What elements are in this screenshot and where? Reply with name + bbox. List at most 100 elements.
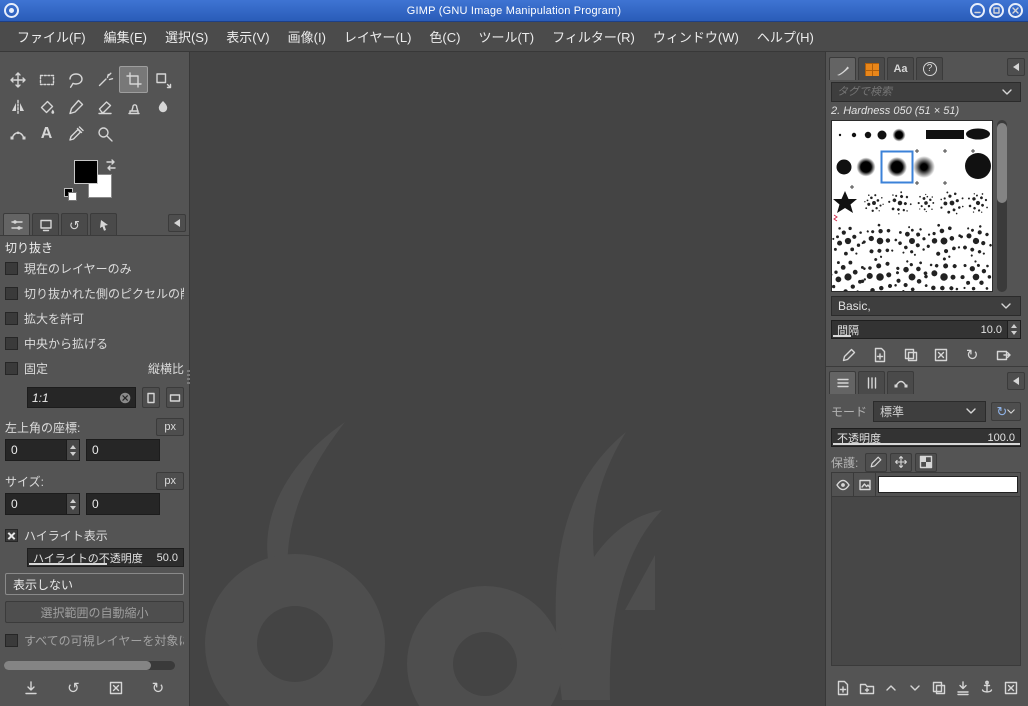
eraser-tool-button[interactable] <box>90 93 119 120</box>
edit-brush-button[interactable] <box>837 344 861 366</box>
checkbox[interactable] <box>5 362 18 375</box>
checkbox[interactable] <box>5 634 18 647</box>
restore-tool-preset-button[interactable]: ↺ <box>60 676 86 700</box>
menu-select[interactable]: 選択(S) <box>156 22 217 51</box>
brush-spacing-slider[interactable]: 間隔 10.0 <box>831 320 1008 339</box>
new-layer-button[interactable] <box>832 676 854 700</box>
option-delete-cropped-pixels[interactable]: 切り抜かれた側のピクセルの削除 <box>3 281 186 306</box>
new-layer-group-button[interactable] <box>856 676 878 700</box>
default-colors-icon[interactable] <box>64 188 78 202</box>
tab-paths[interactable] <box>887 371 914 394</box>
menu-layer[interactable]: レイヤー(L) <box>335 22 421 51</box>
option-highlight[interactable]: ハイライト表示 <box>3 524 186 546</box>
menu-help[interactable]: ヘルプ(H) <box>748 22 823 51</box>
paths-tool-button[interactable] <box>3 120 32 147</box>
dock-menu-icon[interactable] <box>1007 372 1025 390</box>
size-unit-dropdown[interactable]: px <box>156 472 184 490</box>
delete-brush-button[interactable] <box>929 344 953 366</box>
dock-menu-icon[interactable] <box>168 214 186 232</box>
position-x-spinner[interactable]: 0 <box>5 439 80 461</box>
aspect-ratio-dropdown[interactable]: 縦横比 <box>148 360 184 377</box>
transform-tool-button[interactable] <box>148 66 177 93</box>
save-tool-preset-button[interactable] <box>18 676 44 700</box>
tab-fonts[interactable]: Aa <box>887 57 914 80</box>
tab-tool-options[interactable] <box>3 213 30 236</box>
menu-tools[interactable]: ツール(T) <box>469 22 543 51</box>
layer-name-field[interactable] <box>878 476 1018 493</box>
aspect-ratio-input[interactable] <box>32 390 119 405</box>
merge-layer-button[interactable] <box>952 676 974 700</box>
spinner-arrows-icon[interactable] <box>1008 320 1021 339</box>
dock-menu-icon[interactable] <box>1007 58 1025 76</box>
tab-patterns[interactable] <box>858 57 885 80</box>
option-allow-growing[interactable]: 拡大を許可 <box>3 306 186 331</box>
rectangle-select-tool-button[interactable] <box>32 66 61 93</box>
text-tool-button[interactable]: A <box>32 120 61 147</box>
menu-file[interactable]: ファイル(F) <box>8 22 95 51</box>
delete-tool-preset-button[interactable] <box>103 676 129 700</box>
lock-position-button[interactable] <box>890 452 913 472</box>
aspect-ratio-entry[interactable] <box>27 387 137 408</box>
menu-windows[interactable]: ウィンドウ(W) <box>644 22 748 51</box>
window-app-icon[interactable] <box>4 3 19 18</box>
auto-shrink-button[interactable]: 選択範囲の自動縮小 <box>5 601 184 623</box>
maximize-icon[interactable] <box>989 3 1004 18</box>
menu-edit[interactable]: 編集(E) <box>95 22 156 51</box>
tab-device-status[interactable] <box>32 213 59 236</box>
layer-mode-dropdown[interactable]: 標準 <box>873 400 986 422</box>
tool-options-hscrollbar[interactable] <box>4 661 175 670</box>
menu-colors[interactable]: 色(C) <box>420 22 469 51</box>
brush-tag-filter-dropdown[interactable]: Basic, <box>831 296 1021 316</box>
tab-channels[interactable] <box>858 371 885 394</box>
layer-row[interactable] <box>832 472 1020 497</box>
spinner-arrows-icon[interactable] <box>67 439 80 461</box>
swap-colors-icon[interactable] <box>104 158 118 175</box>
tab-brushes[interactable] <box>829 57 856 80</box>
vscrollbar-thumb[interactable] <box>997 123 1007 203</box>
layer-visibility-toggle[interactable] <box>832 472 854 497</box>
landscape-orientation-button[interactable] <box>166 387 184 408</box>
bucket-fill-tool-button[interactable] <box>32 93 61 120</box>
close-icon[interactable] <box>1008 3 1023 18</box>
minimize-icon[interactable] <box>970 3 985 18</box>
hscrollbar-thumb[interactable] <box>4 661 152 670</box>
checkbox[interactable] <box>5 312 18 325</box>
layer-opacity-slider[interactable]: 不透明度 100.0 <box>831 428 1021 447</box>
option-expand-from-center[interactable]: 中央から拡げる <box>3 331 186 356</box>
clone-tool-button[interactable] <box>119 93 148 120</box>
layer-thumbnail-icon[interactable] <box>854 472 876 497</box>
tag-search-input[interactable] <box>837 86 999 98</box>
crop-tool-button[interactable] <box>119 66 148 93</box>
option-fixed[interactable]: 固定 縦横比 <box>3 356 186 381</box>
flip-tool-button[interactable] <box>3 93 32 120</box>
raise-layer-button[interactable] <box>880 676 902 700</box>
guides-dropdown[interactable]: 表示しない <box>5 573 184 595</box>
paintbrush-tool-button[interactable] <box>61 93 90 120</box>
lower-layer-button[interactable] <box>904 676 926 700</box>
position-unit-dropdown[interactable]: px <box>156 418 184 436</box>
duplicate-brush-button[interactable] <box>899 344 923 366</box>
reset-tool-options-button[interactable]: ↻ <box>145 676 171 700</box>
new-brush-button[interactable] <box>868 344 892 366</box>
foreground-color-swatch[interactable] <box>74 160 98 184</box>
canvas-area[interactable] <box>190 52 825 706</box>
mode-switch-button[interactable]: ↻ <box>991 401 1021 421</box>
size-x-spinner[interactable]: 0 <box>5 493 80 515</box>
tab-undo-history[interactable]: ↺ <box>61 213 88 236</box>
anchor-layer-button[interactable] <box>976 676 998 700</box>
checkbox-checked[interactable] <box>5 528 18 542</box>
open-brush-as-image-button[interactable] <box>991 344 1015 366</box>
titlebar[interactable]: GIMP (GNU Image Manipulation Program) <box>0 0 1028 22</box>
fuzzy-select-tool-button[interactable] <box>90 66 119 93</box>
free-select-tool-button[interactable] <box>61 66 90 93</box>
menu-view[interactable]: 表示(V) <box>217 22 278 51</box>
lock-alpha-button[interactable] <box>915 452 938 472</box>
menu-filters[interactable]: フィルター(R) <box>543 22 644 51</box>
brush-grid-vscrollbar[interactable] <box>997 120 1007 292</box>
checkbox[interactable] <box>5 262 18 275</box>
size-y-spinner[interactable]: 0 <box>86 493 160 515</box>
option-current-layer-only[interactable]: 現在のレイヤーのみ <box>3 256 186 281</box>
menu-image[interactable]: 画像(I) <box>279 22 335 51</box>
chevron-down-icon[interactable] <box>999 84 1015 100</box>
brush-grid[interactable] <box>830 120 998 302</box>
